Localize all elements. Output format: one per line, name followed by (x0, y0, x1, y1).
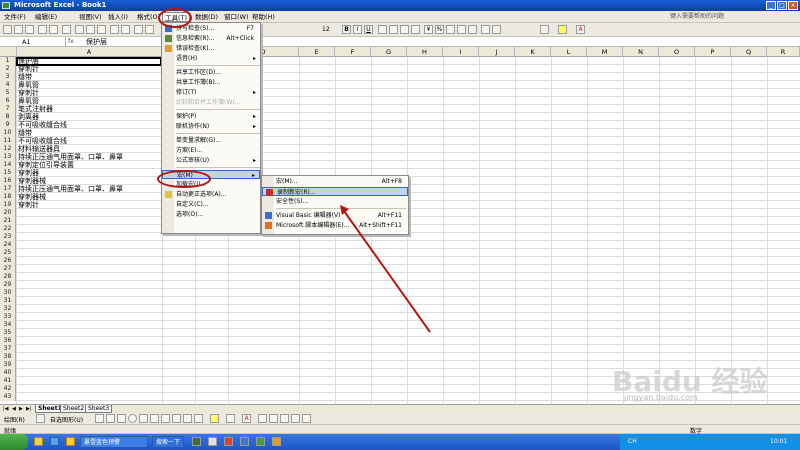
arrow-shaft (343, 210, 431, 333)
arrow-head (340, 205, 349, 215)
baidu-watermark-url: jingyan.baidu.com (624, 393, 698, 402)
